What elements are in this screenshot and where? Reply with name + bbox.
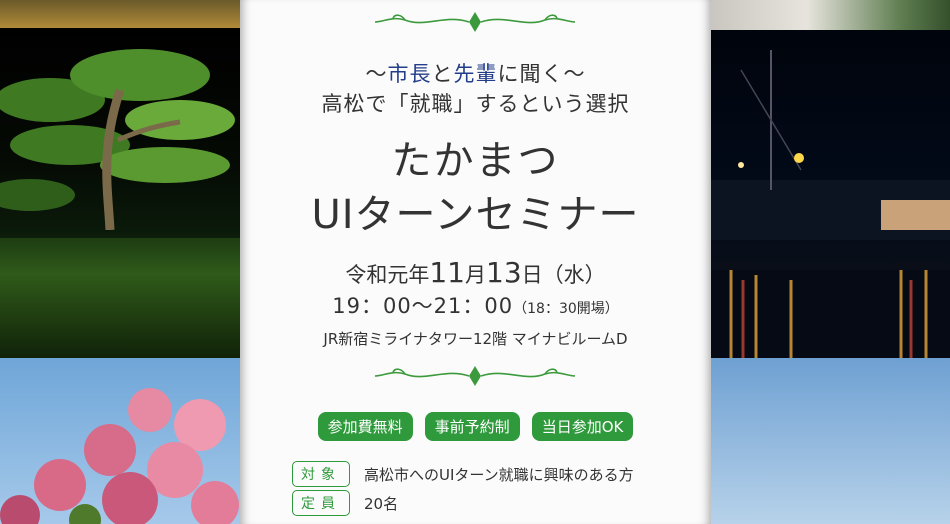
subtitle-senior: 先輩 [453, 62, 498, 86]
feature-badges: 参加費無料 事前予約制 当日参加OK [240, 412, 711, 441]
harbor-lights-illustration [711, 50, 950, 358]
event-date: 令和元年11月13日（水） [345, 256, 606, 289]
detail-row-target: 対象 高松市へのUIターン就職に興味のある方 [292, 461, 634, 487]
right-photo-column [711, 0, 950, 524]
detail-row-capacity: 定員 20名 [292, 490, 398, 516]
title-line-2: UIターンセミナー [311, 192, 640, 238]
subtitle-mayor: 市長 [387, 62, 432, 86]
seminar-info-panel: 〜市長と先輩に聞く〜 高松で「就職」するという選択 たかまつ UIターンセミナー… [240, 0, 711, 524]
badge-reservation: 事前予約制 [424, 412, 520, 441]
badge-walk-in: 当日参加OK [531, 412, 634, 441]
badge-free: 参加費無料 [317, 412, 413, 441]
event-time: 19：00〜21：00（18：30開場） [332, 294, 619, 318]
doors-open-time: （18：30開場） [513, 301, 619, 317]
subtitle-line-2: 高松で「就職」するという選択 [321, 92, 630, 116]
decorative-flourish-middle-icon [374, 366, 576, 386]
town-photo-top [711, 0, 950, 30]
left-photo-column [0, 0, 240, 524]
sky-photo-right [711, 358, 950, 524]
pine-tree-illustration [0, 49, 235, 230]
detail-value-capacity: 20名 [364, 494, 399, 513]
subtitle-line-1: 〜市長と先輩に聞く〜 [365, 62, 586, 86]
garden-photo-top [0, 0, 240, 28]
decorative-flourish-top-icon [374, 12, 576, 32]
detail-label-capacity: 定員 [292, 490, 350, 516]
title-line-1: たかまつ [391, 138, 560, 184]
pond-reflection-photo [0, 238, 240, 358]
harbor-night-photo [711, 30, 950, 358]
detail-label-target: 対象 [292, 461, 350, 487]
rose-flowers-photo [0, 388, 239, 524]
detail-value-target: 高松市へのUIターン就職に興味のある方 [364, 465, 634, 484]
event-venue: JR新宿ミライナタワー12階 マイナビルームD [323, 330, 628, 348]
